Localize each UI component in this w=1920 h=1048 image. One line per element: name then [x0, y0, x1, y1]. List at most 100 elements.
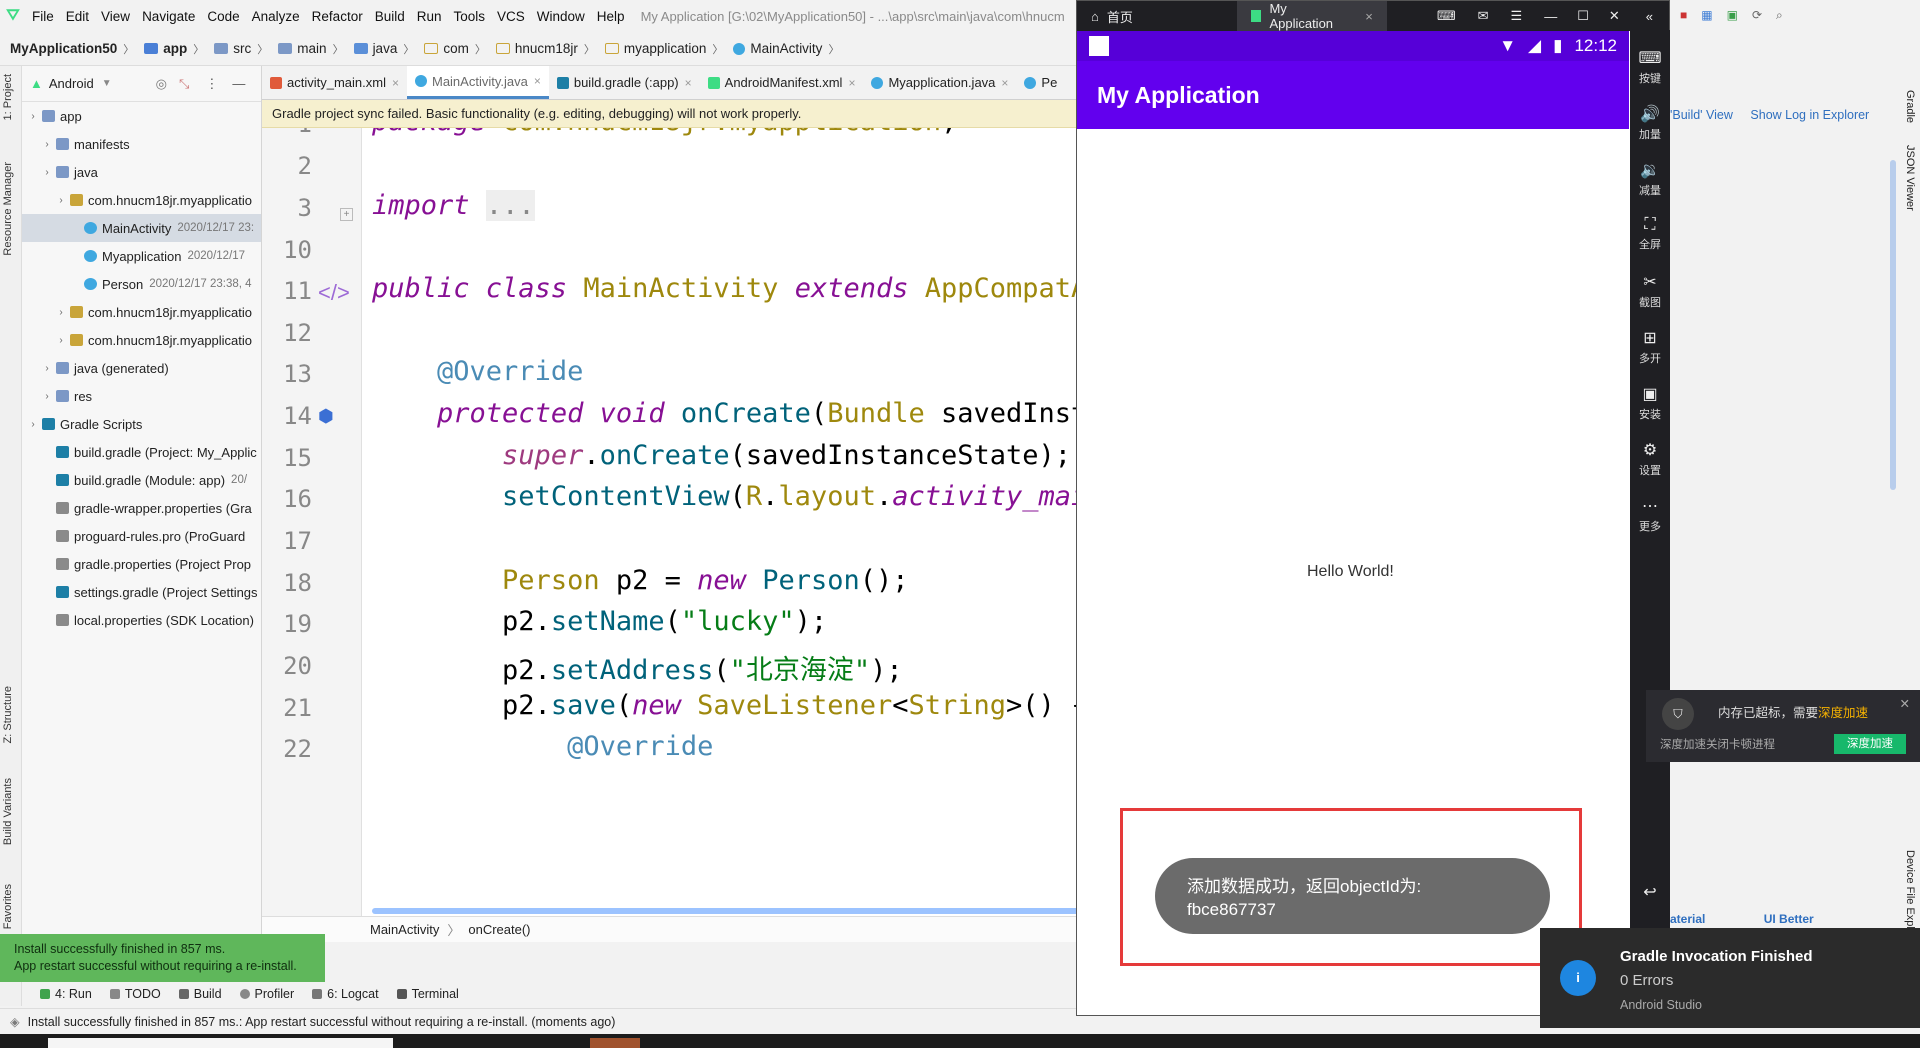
menu-view[interactable]: View: [95, 9, 136, 24]
close-icon[interactable]: ✕: [1609, 8, 1620, 24]
tool-tab-resource-manager[interactable]: Resource Manager: [2, 162, 14, 256]
back-button[interactable]: ↩: [1630, 882, 1670, 904]
gamepad-icon[interactable]: ⌨: [1437, 8, 1456, 24]
breadcrumb-project[interactable]: MyApplication50 〉: [10, 41, 140, 57]
code-editor[interactable]: 1 2 3 10 11 12 13 14 15 16 17 18 19 20 2…: [262, 128, 1080, 916]
tab-myapplication-java[interactable]: Myapplication.java ×: [863, 66, 1016, 99]
tool-tab-logcat[interactable]: 6: Logcat: [312, 987, 379, 1001]
chevron-icon[interactable]: ›: [40, 363, 54, 374]
tab-build-gradle-app[interactable]: build.gradle (:app) ×: [549, 66, 700, 99]
toolbar-icon[interactable]: ■: [1680, 8, 1687, 22]
right-scrollbar[interactable]: [1890, 160, 1896, 490]
tool-tab-project[interactable]: 1: Project: [2, 74, 14, 120]
menu-run[interactable]: Run: [411, 9, 448, 24]
breadcrumb-mainactivity[interactable]: MainActivity 〉: [733, 41, 845, 57]
collapse-sidebar-icon[interactable]: «: [1646, 9, 1653, 24]
accelerate-button[interactable]: 深度加速: [1834, 734, 1906, 754]
menu-analyze[interactable]: Analyze: [246, 9, 306, 24]
tree-item[interactable]: local.properties (SDK Location): [22, 606, 261, 634]
tool-tab-profiler[interactable]: Profiler: [239, 987, 294, 1001]
volume-up-button[interactable]: 🔊 加量: [1630, 104, 1670, 142]
menu-build[interactable]: Build: [369, 9, 411, 24]
chevron-icon[interactable]: ›: [54, 335, 68, 346]
close-icon[interactable]: ×: [1001, 76, 1008, 90]
tree-item[interactable]: build.gradle (Module: app) 20/: [22, 466, 261, 494]
chevron-icon[interactable]: ›: [54, 195, 68, 206]
more-button[interactable]: ⋯ 更多: [1630, 496, 1670, 534]
menu-file[interactable]: File: [26, 9, 60, 24]
tab-activity-main-xml[interactable]: activity_main.xml ×: [262, 66, 407, 99]
tab-mainactivity-java[interactable]: MainActivity.java ×: [406, 66, 549, 99]
tool-tab-run[interactable]: 4: Run: [40, 987, 92, 1001]
target-icon[interactable]: ◎: [156, 76, 167, 92]
tree-item[interactable]: build.gradle (Project: My_Applic: [22, 438, 261, 466]
tree-item[interactable]: Person 2020/12/17 23:38, 4: [22, 270, 261, 298]
tree-item[interactable]: MainActivity 2020/12/17 23:: [22, 214, 261, 242]
close-icon[interactable]: ×: [848, 76, 855, 90]
build-view-link[interactable]: 'Build' View: [1670, 108, 1733, 122]
partial-link[interactable]: UI Better: [1764, 912, 1814, 926]
menu-navigate[interactable]: Navigate: [136, 9, 201, 24]
fold-icon[interactable]: +: [340, 208, 353, 221]
tool-tab-build[interactable]: Build: [178, 987, 222, 1001]
tree-item[interactable]: gradle-wrapper.properties (Gra: [22, 494, 261, 522]
close-icon[interactable]: ×: [392, 76, 399, 90]
close-icon[interactable]: ×: [534, 74, 541, 88]
toolbar-icon[interactable]: ▦: [1701, 8, 1712, 22]
multi-instance-button[interactable]: ⊞ 多开: [1630, 328, 1670, 366]
tool-tab-build-variants[interactable]: Build Variants: [2, 778, 14, 845]
tree-item[interactable]: › app: [22, 102, 261, 130]
gradle-notification[interactable]: i Gradle Invocation Finished 0 Errors An…: [1540, 928, 1920, 1028]
tree-item[interactable]: › res: [22, 382, 261, 410]
close-icon[interactable]: ×: [685, 76, 692, 90]
toolbar-icon[interactable]: ⟳: [1752, 8, 1762, 22]
tree-item[interactable]: proguard-rules.pro (ProGuard: [22, 522, 261, 550]
chevron-icon[interactable]: ›: [26, 111, 40, 122]
close-icon[interactable]: ✕: [1900, 696, 1910, 711]
accelerate-link[interactable]: 深度加速: [1818, 706, 1868, 720]
breadcrumb-src[interactable]: src 〉: [214, 41, 274, 57]
tool-tab-todo[interactable]: TODO: [109, 987, 161, 1001]
partial-link[interactable]: aterial: [1670, 912, 1705, 926]
breadcrumb-main[interactable]: main 〉: [278, 41, 349, 57]
emulator-tab-home[interactable]: ⌂ 首页: [1077, 1, 1147, 31]
menu-help[interactable]: Help: [591, 9, 631, 24]
menu-tools[interactable]: Tools: [448, 9, 492, 24]
fullscreen-button[interactable]: ⛶ 全屏: [1630, 216, 1670, 252]
menu-edit[interactable]: Edit: [60, 9, 95, 24]
tree-item[interactable]: Myapplication 2020/12/17: [22, 242, 261, 270]
keys-button[interactable]: ⌨ 按键: [1630, 48, 1670, 86]
breadcrumb-app[interactable]: app 〉: [144, 41, 210, 57]
menu-icon[interactable]: ☰: [1511, 8, 1523, 24]
implemented-method-icon[interactable]: </>: [318, 280, 350, 306]
breadcrumb-myapplication[interactable]: myapplication 〉: [604, 41, 730, 57]
tool-tab-structure[interactable]: Z: Structure: [2, 686, 14, 743]
chevron-icon[interactable]: ›: [40, 139, 54, 150]
tool-tab-favorites[interactable]: Favorites: [2, 884, 14, 929]
crumb-class[interactable]: MainActivity: [370, 922, 439, 937]
tree-item[interactable]: › java: [22, 158, 261, 186]
chevron-icon[interactable]: ›: [40, 167, 54, 178]
tree-item[interactable]: › com.hnucm18jr.myapplicatio: [22, 326, 261, 354]
tree-item[interactable]: › com.hnucm18jr.myapplicatio: [22, 186, 261, 214]
menu-refactor[interactable]: Refactor: [306, 9, 369, 24]
breadcrumb-java[interactable]: java 〉: [353, 41, 421, 57]
collapse-icon[interactable]: ⤡: [179, 76, 189, 92]
override-gutter-icon[interactable]: ⬢: [318, 406, 334, 427]
right-tool-tab-json-viewer[interactable]: JSON Viewer: [1904, 145, 1916, 211]
tree-item[interactable]: › com.hnucm18jr.myapplicatio: [22, 298, 261, 326]
emulator-tab-app[interactable]: My Application ×: [1236, 1, 1387, 31]
tree-item[interactable]: › java (generated): [22, 354, 261, 382]
tree-item[interactable]: › Gradle Scripts: [22, 410, 261, 438]
menu-window[interactable]: Window: [531, 9, 591, 24]
chevron-icon[interactable]: ›: [26, 419, 40, 430]
mail-icon[interactable]: ✉: [1478, 8, 1489, 24]
horizontal-scrollbar[interactable]: [372, 908, 1080, 914]
tree-item[interactable]: settings.gradle (Project Settings: [22, 578, 261, 606]
chevron-icon[interactable]: ›: [40, 391, 54, 402]
chevron-down-icon[interactable]: ▼: [102, 78, 112, 89]
crumb-method[interactable]: onCreate(): [468, 922, 530, 937]
more-icon[interactable]: ⋮: [205, 76, 218, 92]
minimize-icon[interactable]: —: [1544, 9, 1557, 24]
breadcrumb-hnucm18jr[interactable]: hnucm18jr 〉: [495, 41, 601, 57]
